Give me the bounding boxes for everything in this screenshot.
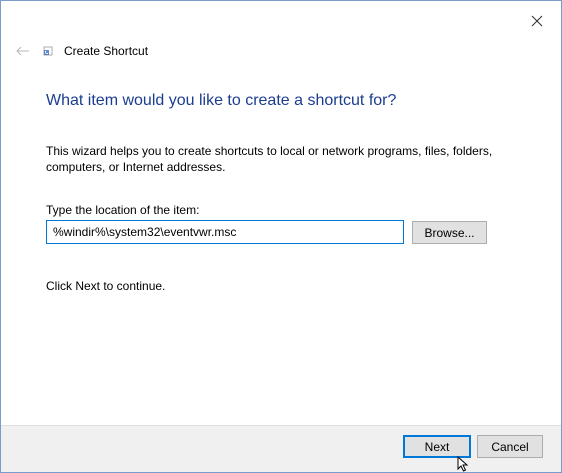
next-button[interactable]: Next	[403, 435, 471, 458]
mouse-pointer-icon	[457, 456, 469, 472]
close-button[interactable]	[521, 7, 553, 35]
back-arrow-icon	[16, 46, 29, 56]
continue-hint: Click Next to continue.	[46, 279, 166, 293]
shortcut-icon	[43, 46, 53, 56]
create-shortcut-window: Create Shortcut What item would you like…	[0, 0, 562, 473]
browse-button[interactable]: Browse...	[412, 221, 487, 244]
close-icon	[531, 15, 543, 27]
button-bar: Next Cancel	[1, 425, 561, 472]
location-input[interactable]	[46, 220, 404, 244]
window-title: Create Shortcut	[64, 44, 149, 58]
wizard-description: This wizard helps you to create shortcut…	[46, 144, 493, 174]
page-heading: What item would you like to create a sho…	[46, 92, 397, 109]
cancel-button[interactable]: Cancel	[477, 435, 543, 458]
back-button[interactable]	[11, 39, 35, 63]
location-label: Type the location of the item:	[46, 203, 200, 217]
